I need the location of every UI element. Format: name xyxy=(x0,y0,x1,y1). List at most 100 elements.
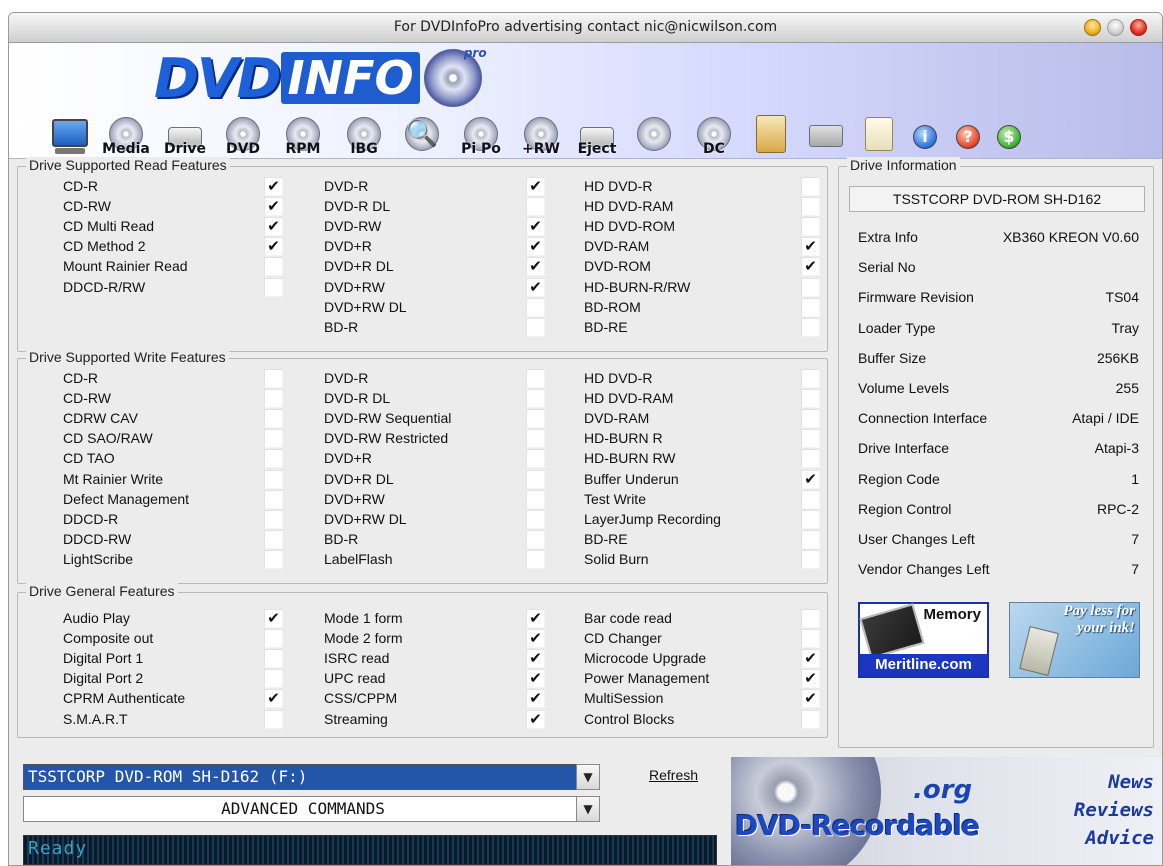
feature-checkbox: ✔ xyxy=(801,669,820,689)
feature-checkbox xyxy=(526,389,545,409)
feature-label: Buffer Underun xyxy=(584,470,679,487)
feature-checkbox xyxy=(526,409,545,429)
drive-model-field: TSSTCORP DVD-ROM SH-D162 xyxy=(849,186,1145,212)
feature-label: HD DVD-RAM xyxy=(584,198,674,215)
feature-label: HD-BURN-R/RW xyxy=(584,278,691,295)
refresh-button[interactable]: Refresh xyxy=(649,767,698,783)
banner-org-text: .org xyxy=(913,775,973,805)
feature-label: HD-BURN R xyxy=(584,430,663,447)
feature-checkbox xyxy=(801,449,820,469)
feature-label: BD-R xyxy=(324,318,359,335)
feature-label: DVD-ROM xyxy=(584,258,651,275)
clipboard-icon[interactable] xyxy=(745,115,797,159)
close-button[interactable] xyxy=(1130,19,1147,36)
feature-checkbox xyxy=(526,197,545,217)
ink-ad[interactable]: Pay less for your ink! xyxy=(1009,602,1140,678)
feature-label: Digital Port 1 xyxy=(63,650,144,667)
feature-label: CD Method 2 xyxy=(63,238,146,255)
feature-checkbox xyxy=(526,429,545,449)
meritline-ad[interactable]: Memory Meritline.com xyxy=(858,602,989,678)
feature-checkbox xyxy=(801,217,820,237)
dc-button[interactable]: DC xyxy=(683,115,745,159)
zoom-button[interactable] xyxy=(1107,19,1124,36)
feature-checkbox: ✔ xyxy=(526,709,545,729)
drive-select[interactable]: TSSTCORP DVD-ROM SH-D162 (F:) xyxy=(23,764,583,790)
drive-info-value: 7 xyxy=(1131,531,1139,547)
feature-checkbox xyxy=(801,429,820,449)
feature-checkbox: ✔ xyxy=(264,237,283,257)
logo-pro-text: pro xyxy=(463,46,487,60)
feature-label: ISRC read xyxy=(324,650,390,667)
disc-pen-icon xyxy=(637,117,671,151)
feature-checkbox xyxy=(264,389,283,409)
feature-label: S.M.A.R.T xyxy=(63,710,128,727)
feature-checkbox xyxy=(801,177,820,196)
banner-advice-link[interactable]: Advice xyxy=(1085,827,1154,849)
feature-label: CD-RW xyxy=(63,390,111,407)
feature-checkbox xyxy=(264,509,283,529)
feature-checkbox: ✔ xyxy=(264,609,283,628)
dvd-button[interactable]: DVD xyxy=(213,115,273,159)
feature-label: DDCD-R xyxy=(63,510,119,527)
notepad-icon[interactable] xyxy=(855,115,903,159)
banner-news-link[interactable]: News xyxy=(1108,771,1154,793)
feature-label: Streaming xyxy=(324,710,388,727)
monitor-icon[interactable] xyxy=(45,115,95,159)
banner-brand-text: DVD-Recordable xyxy=(735,809,980,842)
drive-info-key: Region Control xyxy=(858,500,952,517)
drive-info-key: Serial No xyxy=(858,259,916,276)
logo-dvd-text: DVD xyxy=(154,46,281,110)
feature-label: CD SAO/RAW xyxy=(63,430,153,447)
feature-label: CPRM Authenticate xyxy=(63,690,186,707)
donate-icon[interactable]: $ xyxy=(989,115,1029,159)
app-header: DVD INFO pro Media Drive DVD RPM IBG 🔍 P… xyxy=(9,43,1162,159)
rpm-button[interactable]: RPM xyxy=(273,115,333,159)
feature-checkbox: ✔ xyxy=(526,217,545,237)
feature-checkbox: ✔ xyxy=(801,257,820,277)
feature-checkbox xyxy=(801,529,820,549)
feature-checkbox: ✔ xyxy=(526,649,545,669)
feature-label: Digital Port 2 xyxy=(63,670,144,687)
eject-button[interactable]: Eject xyxy=(569,115,625,159)
feature-checkbox: ✔ xyxy=(264,177,283,196)
command-select[interactable]: ADVANCED COMMANDS xyxy=(23,796,583,822)
feature-checkbox: ✔ xyxy=(526,669,545,689)
plus-rw-button[interactable]: +RW xyxy=(513,115,569,159)
feature-checkbox xyxy=(264,369,283,388)
ad-memory-site: Meritline.com xyxy=(860,654,987,676)
scan-button[interactable]: 🔍 xyxy=(395,115,449,159)
feature-label: DVD+RW DL xyxy=(324,510,407,527)
banner-reviews-link[interactable]: Reviews xyxy=(1074,799,1154,821)
feature-label: CD-RW xyxy=(63,198,111,215)
feature-checkbox xyxy=(801,609,820,628)
drive-info-value: Tray xyxy=(1111,319,1139,336)
pipo-button[interactable]: Pi Po xyxy=(449,115,513,159)
info-icon[interactable]: i xyxy=(903,115,947,159)
media-button[interactable]: Media xyxy=(95,115,157,159)
feature-label: HD DVD-RAM xyxy=(584,390,674,407)
chevron-down-icon[interactable]: ▼ xyxy=(576,764,600,790)
feature-checkbox xyxy=(801,277,820,297)
feature-checkbox xyxy=(264,489,283,509)
feature-label: CSS/CPPM xyxy=(324,690,398,707)
help-icon[interactable]: ? xyxy=(947,115,989,159)
feature-checkbox xyxy=(526,449,545,469)
drive-info-value: XB360 KREON V0.60 xyxy=(1002,229,1139,245)
feature-checkbox xyxy=(264,409,283,429)
feature-label: CD Multi Read xyxy=(63,218,155,235)
erase-button[interactable] xyxy=(625,115,683,159)
feature-label: Composite out xyxy=(63,630,154,647)
feature-checkbox xyxy=(264,669,283,689)
feature-checkbox xyxy=(801,549,820,569)
feature-label: Bar code read xyxy=(584,610,672,626)
feature-label: DVD-R xyxy=(324,370,369,386)
feature-label: DVD-RW Restricted xyxy=(324,430,449,447)
ibg-button[interactable]: IBG xyxy=(333,115,395,159)
chevron-down-icon[interactable]: ▼ xyxy=(576,796,600,822)
drive-button[interactable]: Drive xyxy=(157,115,213,159)
feature-label: DVD-RW xyxy=(324,218,382,235)
dvd-recordable-banner[interactable]: .org DVD-Recordable News Reviews Advice xyxy=(731,757,1162,865)
minimize-button[interactable] xyxy=(1084,19,1101,36)
camera-icon[interactable] xyxy=(797,115,855,159)
feature-label: Power Management xyxy=(584,670,710,687)
